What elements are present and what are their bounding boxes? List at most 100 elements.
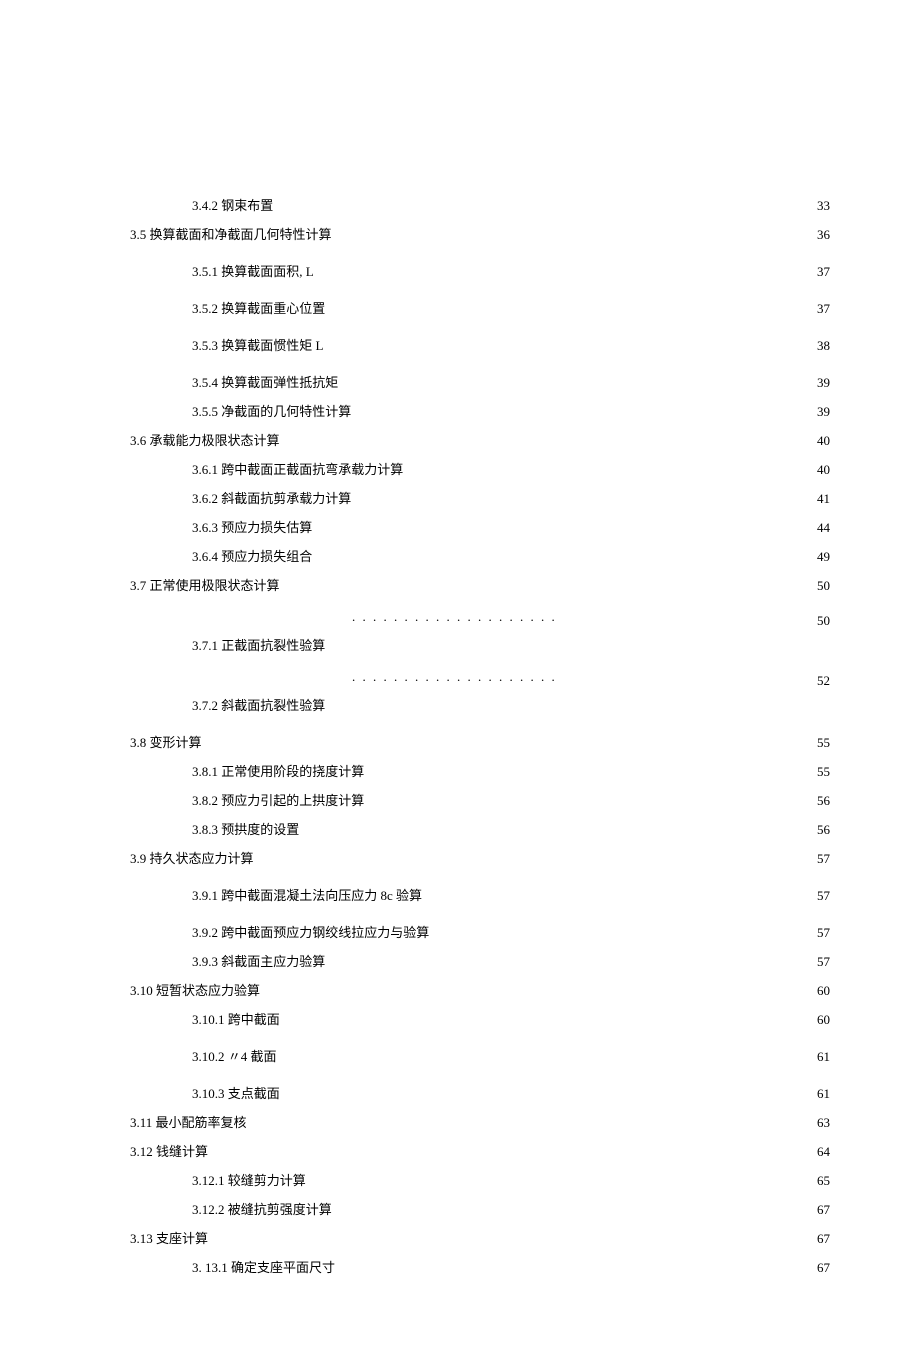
toc-entry: 3.5.3 换算截面惯性矩 L 38 (130, 335, 830, 354)
toc-entry: 3.13 支座计算 67 (130, 1228, 830, 1247)
toc-entry: 3.5.2 换算截面重心位置 37 (130, 298, 830, 317)
toc-label: 3.13 支座计算 (130, 1228, 208, 1247)
toc-entry: 3.5.1 换算截面面积, L 37 (130, 261, 830, 280)
toc-page-number: 55 (817, 735, 830, 751)
toc-entry: 3.12.2 被缝抗剪强度计算 67 (130, 1199, 830, 1218)
toc-page-number: 56 (817, 822, 830, 838)
toc-entry: 3.6.3 预应力损失估算 44 (130, 517, 830, 536)
toc-label: 3.9.2 跨中截面预应力钢绞线拉应力与验算 (192, 922, 429, 941)
toc-label: 3.9 持久状态应力计算 (130, 848, 254, 867)
toc-entry: 3.10.3 支点截面 61 (130, 1083, 830, 1102)
toc-page-number: 60 (817, 983, 830, 999)
toc-entry: 3.5.4 换算截面弹性抵抗矩 39 (130, 372, 830, 391)
toc-page-number: 60 (817, 1012, 830, 1028)
toc-leader (352, 672, 815, 685)
toc-page-number: 61 (817, 1086, 830, 1102)
toc-entry: 50 3.7.1 正截面抗裂性验算 (130, 612, 830, 654)
toc-label: 3.10.3 支点截面 (192, 1083, 280, 1102)
toc-label: 3.7.1 正截面抗裂性验算 (130, 635, 830, 654)
toc-label: 3. 13.1 确定支座平面尺寸 (192, 1257, 335, 1276)
toc-label: 3.5.4 换算截面弹性抵抗矩 (192, 372, 338, 391)
toc-entry: 3.10.1 跨中截面 60 (130, 1009, 830, 1028)
toc-label: 3.5 换算截面和净截面几何特性计算 (130, 224, 332, 243)
toc-label: 3.12.1 较缝剪力计算 (192, 1170, 306, 1189)
toc-entry: 3.12.1 较缝剪力计算 65 (130, 1170, 830, 1189)
toc-label: 3.5.1 换算截面面积, L (192, 261, 314, 280)
toc-page-number: 50 (817, 578, 830, 594)
toc-label: 3.5.2 换算截面重心位置 (192, 298, 325, 317)
toc-page-number: 44 (817, 520, 830, 536)
toc-label: 3.8.2 预应力引起的上拱度计算 (192, 790, 364, 809)
toc-page-number: 37 (817, 301, 830, 317)
toc-entry: 3.5.5 净截面的几何特性计算 39 (130, 401, 830, 420)
toc-entry: 3.5 换算截面和净截面几何特性计算 36 (130, 224, 830, 243)
toc-label: 3.11 最小配筋率复核 (130, 1112, 247, 1131)
toc-entry: 3. 13.1 确定支座平面尺寸 67 (130, 1257, 830, 1276)
toc-entry: 3.8.1 正常使用阶段的挠度计算 55 (130, 761, 830, 780)
toc-entry: 3.10.2 〃4 截面 61 (130, 1046, 830, 1065)
toc-page-number: 65 (817, 1173, 830, 1189)
toc-page-number: 39 (817, 404, 830, 420)
toc-page-number: 67 (817, 1260, 830, 1276)
toc-label: 3.7.2 斜截面抗裂性验算 (130, 695, 830, 714)
toc-entry: 3.6 承载能力极限状态计算 40 (130, 430, 830, 449)
toc-page-number: 40 (817, 433, 830, 449)
toc-page-number: 67 (817, 1202, 830, 1218)
toc-page-number: 57 (817, 925, 830, 941)
toc-page-number: 57 (817, 888, 830, 904)
toc-entry: 3.8.3 预拱度的设置 56 (130, 819, 830, 838)
toc-page-number: 50 (817, 613, 830, 629)
toc-label: 3.8.1 正常使用阶段的挠度计算 (192, 761, 364, 780)
toc-page-number: 61 (817, 1049, 830, 1065)
toc-page-number: 55 (817, 764, 830, 780)
toc-label: 3.10.1 跨中截面 (192, 1009, 280, 1028)
toc-label: 3.8 变形计算 (130, 732, 202, 751)
toc-label: 3.12.2 被缝抗剪强度计算 (192, 1199, 332, 1218)
toc-label: 3.7 正常使用极限状态计算 (130, 575, 280, 594)
toc-page-number: 33 (817, 198, 830, 214)
toc-label: 3.12 钱缝计算 (130, 1141, 208, 1160)
toc-label: 3.4.2 钢束布置 (192, 195, 273, 214)
toc-entry: 3.6.1 跨中截面正截面抗弯承载力计算 40 (130, 459, 830, 478)
toc-entry: 3.9.1 跨中截面混凝土法向压应力 8c 验算 57 (130, 885, 830, 904)
toc-entry: 3.6.4 预应力损失组合49 (130, 546, 830, 565)
toc-page-number: 41 (817, 491, 830, 507)
toc-label: 3.9.1 跨中截面混凝土法向压应力 8c 验算 (192, 885, 422, 904)
toc-label: 3.6 承载能力极限状态计算 (130, 430, 280, 449)
toc-label: 3.6.3 预应力损失估算 (192, 517, 312, 536)
toc-entry: 3.8 变形计算 55 (130, 732, 830, 751)
toc-page-number: 56 (817, 793, 830, 809)
toc-page-number: 40 (817, 462, 830, 478)
toc-page-number: 64 (817, 1144, 830, 1160)
toc-entry: 3.12 钱缝计算 64 (130, 1141, 830, 1160)
toc-entry: 3.9 持久状态应力计算 57 (130, 848, 830, 867)
toc-entry: 3.7 正常使用极限状态计算 50 (130, 575, 830, 594)
toc-page-number: 38 (817, 338, 830, 354)
toc-entry: 3.9.2 跨中截面预应力钢绞线拉应力与验算 57 (130, 922, 830, 941)
toc-page-number: 57 (817, 851, 830, 867)
toc-page-number: 63 (817, 1115, 830, 1131)
toc-label: 3.10 短暂状态应力验算 (130, 980, 260, 999)
toc-label: 3.8.3 预拱度的设置 (192, 819, 299, 838)
toc-label: 3.9.3 斜截面主应力验算 (192, 951, 325, 970)
toc-page-number: 52 (817, 673, 830, 689)
toc-label: 3.6.2 斜截面抗剪承载力计算 (192, 488, 351, 507)
toc-label: 3.5.3 换算截面惯性矩 L (192, 335, 323, 354)
toc-page-number: 37 (817, 264, 830, 280)
toc-entry: 3.8.2 预应力引起的上拱度计算 56 (130, 790, 830, 809)
toc-entry: 3.9.3 斜截面主应力验算 57 (130, 951, 830, 970)
toc-page-number: 39 (817, 375, 830, 391)
toc-leader (352, 612, 815, 625)
toc-label: 3.6.1 跨中截面正截面抗弯承载力计算 (192, 459, 403, 478)
toc-entry: 3.4.2 钢束布置 33 (130, 195, 830, 214)
toc-entry: 3.10 短暂状态应力验算 60 (130, 980, 830, 999)
toc-page-number: 36 (817, 227, 830, 243)
toc-label: 3.6.4 预应力损失组合 (192, 546, 312, 565)
toc-label: 3.5.5 净截面的几何特性计算 (192, 401, 351, 420)
toc-label: 3.10.2 〃4 截面 (192, 1046, 277, 1065)
toc-entry: 52 3.7.2 斜截面抗裂性验算 (130, 672, 830, 714)
toc-page-number: 57 (817, 954, 830, 970)
toc-page: 3.4.2 钢束布置 33 3.5 换算截面和净截面几何特性计算 36 3.5.1 换算… (0, 0, 920, 1366)
toc-page-number: 67 (817, 1231, 830, 1247)
toc-entry: 3.6.2 斜截面抗剪承载力计算 41 (130, 488, 830, 507)
